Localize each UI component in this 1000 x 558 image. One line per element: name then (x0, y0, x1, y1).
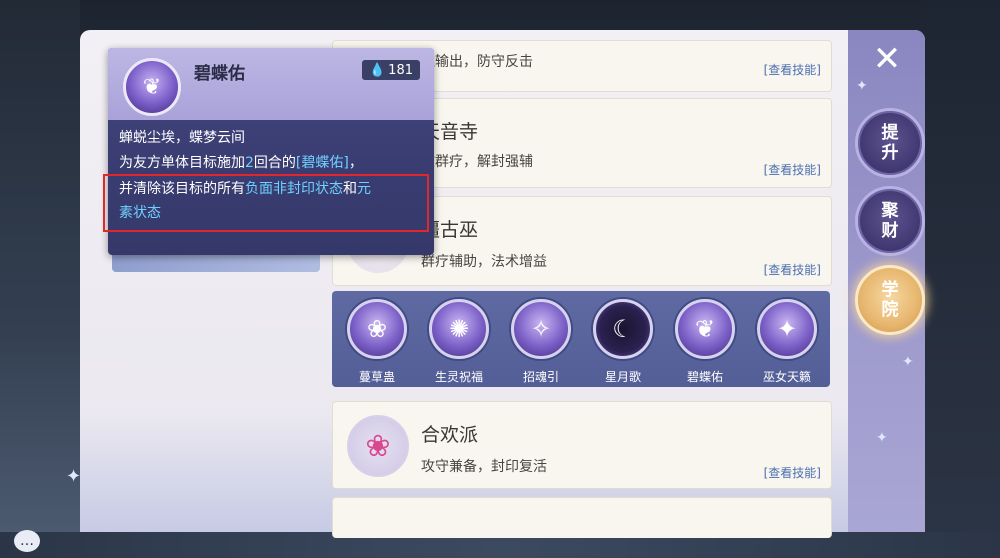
card-title: 合欢派 (421, 424, 479, 446)
tooltip-highlight: [碧蝶佑] (295, 155, 349, 171)
sparkle-icon: ✦ (66, 466, 82, 487)
skill-label: 生灵祝福 (434, 370, 483, 384)
upgrade-button[interactable]: 提升 (855, 108, 925, 178)
skill-label: 招魂引 (522, 370, 559, 384)
school-card-hehuan[interactable]: ❀ 合欢派 攻守兼备，封印复活 [查看技能] (332, 401, 832, 489)
skill-strip: ❀ 蔓草蛊 ✺ 生灵祝福 ✧ 招魂引 ☾ 星月歌 ❦ 碧蝶佑 ✦ 巫女天籁 (332, 291, 830, 387)
skill-label: 巫女天籁 (762, 370, 811, 384)
skill-icon: ✦ (757, 299, 817, 359)
skill-item[interactable]: ✺ 生灵祝福 (424, 299, 494, 385)
school-card-next[interactable] (332, 497, 832, 538)
skill-icon: ❦ (675, 299, 735, 359)
skill-label: 星月歌 (604, 370, 641, 384)
card-desc: 群疗辅助，法术增益 (421, 254, 547, 270)
upgrade-label: 提升 (881, 123, 899, 163)
tooltip-text: 回合的 (253, 155, 296, 171)
skill-icon: ✺ (429, 299, 489, 359)
mana-cost-value: 181 (388, 62, 413, 78)
tooltip-text: 蝉蜕尘埃，蝶梦云间 (119, 130, 245, 146)
chat-bubble-icon[interactable]: … (14, 530, 40, 552)
tooltip-line: 蝉蜕尘埃，蝶梦云间 (119, 126, 245, 150)
skill-item[interactable]: ✦ 巫女天籁 (752, 299, 822, 385)
skill-icon: ❀ (347, 299, 407, 359)
water-drop-icon: 💧 (368, 62, 386, 78)
view-skills-link[interactable]: [查看技能] (764, 61, 821, 78)
skill-item[interactable]: ✧ 招魂引 (506, 299, 576, 385)
skill-item[interactable]: ❀ 蔓草蛊 (342, 299, 412, 385)
skill-item-selected[interactable]: ❦ 碧蝶佑 (670, 299, 740, 385)
tooltip-skill-name: 碧蝶佑 (194, 64, 245, 84)
view-skills-link[interactable]: [查看技能] (764, 464, 821, 481)
academy-button[interactable]: 学院 (855, 265, 925, 335)
card-desc: 理输出，防守反击 (421, 54, 533, 70)
mana-cost-badge: 💧 181 (362, 60, 420, 80)
lotus-icon: ❀ (347, 415, 409, 477)
highlight-box (103, 174, 429, 232)
butterfly-icon: ❦ (123, 58, 181, 116)
skill-label: 蔓草蛊 (358, 370, 395, 384)
skill-label: 碧蝶佑 (686, 370, 723, 384)
skill-item[interactable]: ☾ 星月歌 (588, 299, 658, 385)
sparkle-icon: ✦ (856, 78, 868, 94)
skill-icon: ☾ (593, 299, 653, 359)
tooltip-text: ， (348, 155, 363, 171)
academy-label: 学院 (881, 280, 899, 320)
view-skills-link[interactable]: [查看技能] (764, 261, 821, 278)
skill-icon: ✧ (511, 299, 571, 359)
card-desc: 攻守兼备，封印复活 (421, 459, 547, 475)
wealth-button[interactable]: 聚财 (855, 186, 925, 256)
card-desc: 救群疗，解封强辅 (421, 154, 533, 170)
background-right (922, 0, 1000, 558)
wealth-label: 聚财 (881, 201, 899, 241)
tooltip-number: 2 (245, 155, 254, 171)
sparkle-icon: ✦ (902, 354, 914, 370)
view-skills-link[interactable]: [查看技能] (764, 161, 821, 178)
tooltip-line: 为友方单体目标施加2回合的[碧蝶佑]， (119, 151, 363, 175)
sparkle-icon: ✦ (876, 430, 888, 446)
tooltip-text: 为友方单体目标施加 (119, 155, 245, 171)
close-icon[interactable]: ✕ (868, 39, 906, 79)
